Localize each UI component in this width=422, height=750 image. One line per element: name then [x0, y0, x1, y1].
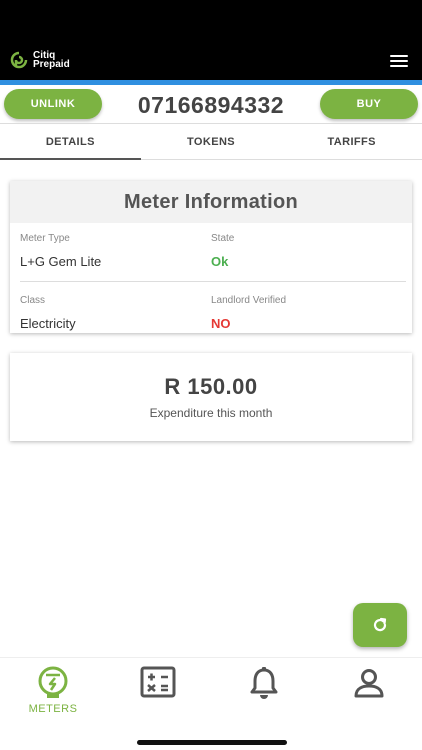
calculator-icon — [140, 666, 176, 698]
expenditure-card: R 150.00 Expenditure this month — [10, 353, 412, 441]
refresh-button[interactable] — [353, 603, 407, 647]
nav-calculator[interactable] — [118, 666, 198, 698]
row-divider — [20, 281, 406, 282]
class-value: Electricity — [20, 316, 76, 331]
refresh-icon — [373, 617, 387, 632]
meter-header: UNLINK 07166894332 BUY — [0, 85, 422, 123]
app-logo: Citiq Prepaid — [10, 51, 70, 70]
nav-profile[interactable] — [329, 666, 409, 700]
tab-bar: DETAILS TOKENS TARIFFS — [0, 123, 422, 160]
profile-icon — [354, 669, 384, 698]
buy-button[interactable]: BUY — [320, 89, 418, 119]
top-bar: Citiq Prepaid — [0, 0, 422, 80]
state-value: Ok — [211, 254, 229, 269]
meter-information-grid: Meter Type L+G Gem Lite State Ok Class E… — [10, 223, 412, 333]
app-screen: Citiq Prepaid UNLINK 07166894332 BUY DET… — [0, 0, 422, 750]
expenditure-amount: R 150.00 — [164, 374, 258, 399]
bottom-navigation: METERS — [0, 657, 422, 750]
meter-type-label: Meter Type — [20, 233, 70, 244]
landlord-verified-value: NO — [211, 316, 231, 331]
landlord-verified-label: Landlord Verified — [211, 295, 287, 306]
nav-meters[interactable]: METERS — [13, 666, 93, 715]
hamburger-menu-icon[interactable] — [390, 55, 408, 67]
meter-type-value: L+G Gem Lite — [20, 254, 102, 269]
home-indicator — [137, 740, 287, 745]
landlord-verified-cell: Landlord Verified NO — [211, 295, 286, 331]
bell-icon — [250, 667, 278, 699]
state-cell: State Ok — [211, 233, 234, 269]
tab-tokens[interactable]: TOKENS — [141, 124, 282, 159]
logo-text: Citiq Prepaid — [33, 51, 70, 70]
meter-icon — [38, 666, 68, 698]
logo-line-2: Prepaid — [33, 59, 70, 70]
meter-type-cell: Meter Type L+G Gem Lite — [20, 233, 101, 269]
meter-information-card: Meter Information Meter Type L+G Gem Lit… — [10, 181, 412, 333]
nav-meters-label: METERS — [28, 703, 78, 715]
class-cell: Class Electricity — [20, 295, 76, 331]
citiq-logo-icon — [10, 51, 28, 69]
class-label: Class — [20, 295, 46, 306]
tab-details[interactable]: DETAILS — [0, 124, 141, 160]
nav-notifications[interactable] — [224, 666, 304, 700]
tab-tariffs[interactable]: TARIFFS — [281, 124, 422, 159]
state-label: State — [211, 233, 235, 244]
meter-information-title: Meter Information — [10, 181, 412, 223]
expenditure-label: Expenditure this month — [149, 406, 273, 420]
